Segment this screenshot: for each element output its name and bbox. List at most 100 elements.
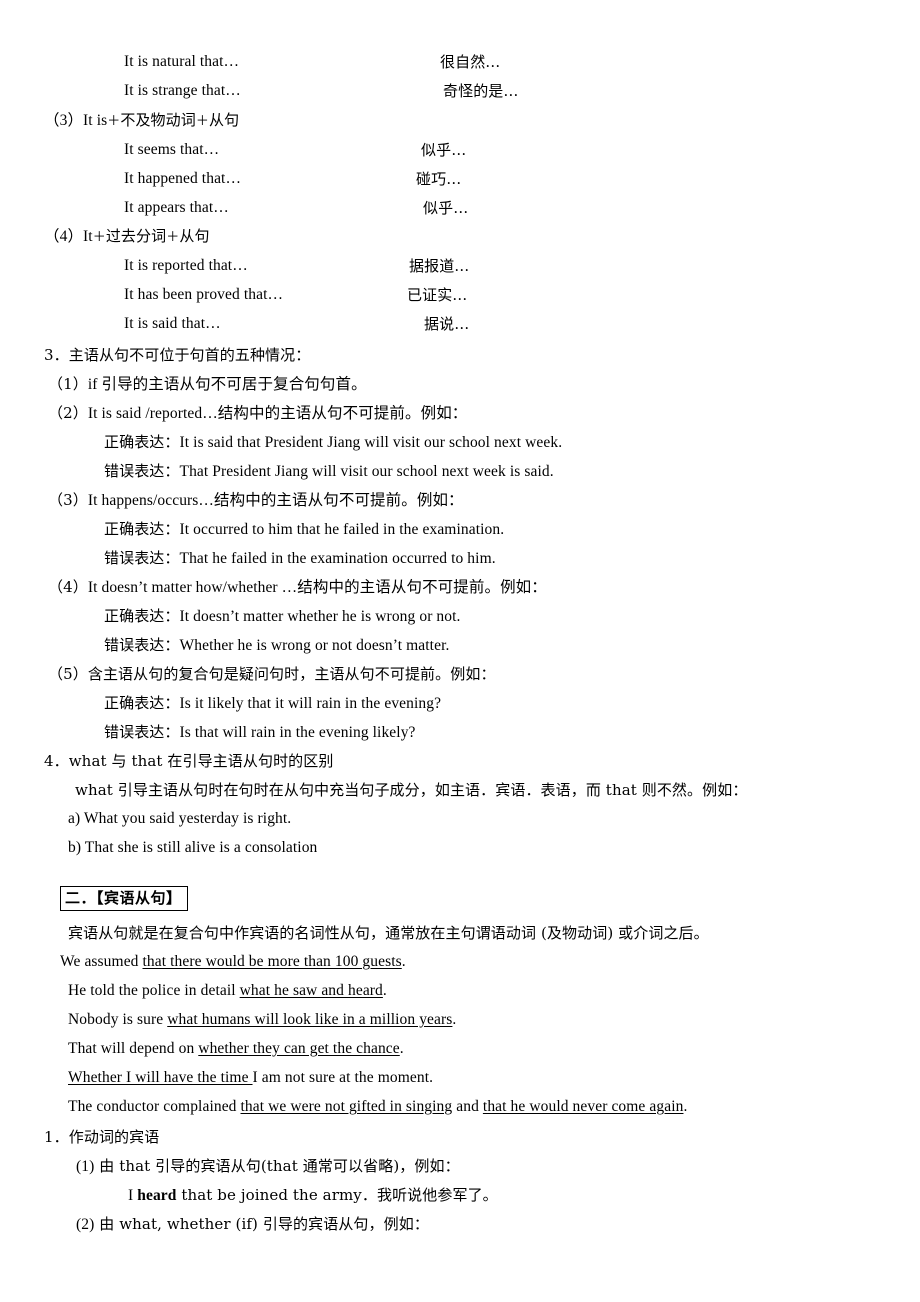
plus-sign-icon: ＋ [107,114,121,129]
example-pre: He told the police in detail [68,982,240,999]
example-post: . [401,953,406,970]
plus-sign-icon: ＋ [166,230,180,245]
example-pre: That will depend on [68,1040,199,1057]
object-clause-example: The conductor complained that we were no… [68,1097,687,1117]
object-clause-section-heading: 二．【宾语从句】 [60,886,188,911]
rule-3-item-4-correct: 正确表达：It doesn’t matter whether he is wro… [104,606,461,627]
example-chinese: 据报道… [409,257,470,275]
example-clause: what he saw and heard [239,982,383,999]
example-clause: whether they can get the chance [198,1040,400,1057]
pattern-4-part2: 从句 [179,227,210,245]
correct-sentence: It occurred to him that he failed in the… [179,521,505,538]
example-english: It appears that… [124,199,229,216]
pattern-3-label: （3）It is [44,112,108,129]
example-english: It has been proved that… [124,286,284,303]
rule-3-item-2-wrong: 错误表达：That President Jiang will visit our… [104,461,554,482]
correct-label: 正确表达： [104,520,180,538]
rule-4-example-b: b) That she is still alive is a consolat… [68,839,318,856]
example-clause: that there would be more than 100 guests [142,953,402,970]
example-post: . [399,1040,404,1057]
example-chinese: 似乎… [423,199,469,217]
object-clause-example: Whether I will have the time I am not su… [68,1068,433,1088]
rule-3-heading: 3．主语从句不可位于句首的五种情况： [44,346,311,364]
rule-3-item-1: （1）if 引导的主语从句不可居于复合句句首。 [48,374,367,395]
rule-3-item-1-text: if 引导的主语从句不可居于复合句句首。 [87,376,367,393]
example-english: It is natural that… [124,53,240,70]
rule-3-item-2: （2）It is said /reported…结构中的主语从句不可提前。例如： [48,403,467,424]
example-post: that be joined the army．我听说他参军了。 [176,1186,498,1204]
wrong-label: 错误表达： [104,549,180,567]
example-chinese: 很自然… [440,53,501,71]
example-chinese: 碰巧… [416,170,462,188]
correct-sentence: It is said that President Jiang will vis… [179,434,563,451]
rule-3-item-5-label: （5） [48,665,88,683]
rule-3-item-3-label: （3） [48,491,88,509]
example-english: It is strange that… [124,82,241,99]
wrong-label: 错误表达： [104,723,180,741]
document-page: It is natural that… 很自然… It is strange t… [0,0,920,1302]
example-clause: Whether I will have the time [68,1069,253,1086]
pattern-4-part1: 过去分词 [105,227,167,245]
rule-3-item-3: （3）It happens/occurs…结构中的主语从句不可提前。例如： [48,490,464,511]
object-rule-1-item-2-text: 由 what, whether (if) 引导的宾语从句，例如： [99,1215,429,1233]
example-clause: that we were not gifted in singing [240,1098,453,1115]
rule-3-item-2-text: It is said /reported…结构中的主语从句不可提前。例如： [87,405,468,422]
example-mid: and [452,1098,483,1115]
object-clause-example: That will depend on whether they can get… [68,1039,404,1059]
correct-sentence: Is it likely that it will rain in the ev… [179,695,442,712]
object-rule-1-item-1-example: I heard that be joined the army．我听说他参军了。 [128,1185,498,1206]
example-chinese: 似乎… [421,141,467,159]
wrong-sentence: Is that will rain in the evening likely? [179,724,416,741]
wrong-sentence: That President Jiang will visit our scho… [179,463,554,480]
pattern-4-label: （4）It [44,228,93,245]
rule-4-heading: 4．what 与 that 在引导主语从句时的区别 [44,752,334,770]
pattern-4-heading: （4）It＋过去分词＋从句 [44,226,210,248]
example-pre: Nobody is sure [68,1011,168,1028]
object-clause-definition: 宾语从句就是在复合句中作宾语的名词性从句，通常放在主句谓语动词 (及物动词) 或… [68,924,709,942]
rule-3-item-3-wrong: 错误表达：That he failed in the examination o… [104,548,496,569]
object-rule-1-item-1-text: 由 that 引导的宾语从句(that 通常可以省略)，例如： [99,1157,460,1175]
rule-3-item-1-label: （1） [48,375,88,393]
example-post: I am not sure at the moment. [252,1069,434,1086]
rule-3-item-2-correct: 正确表达：It is said that President Jiang wil… [104,432,562,453]
object-clause-example: Nobody is sure what humans will look lik… [68,1010,456,1030]
example-english: It happened that… [124,170,242,187]
example-chinese: 据说… [424,315,470,333]
rule-3-item-5-correct: 正确表达：Is it likely that it will rain in t… [104,693,441,714]
example-clause: what humans will look like in a million … [167,1011,453,1028]
rule-4-explanation: what 引导主语从句时在句时在从句中充当句子成分，如主语．宾语．表语，而 th… [75,781,748,799]
rule-3-item-5: （5）含主语从句的复合句是疑问句时，主语从句不可提前。例如： [48,664,496,685]
pattern-3-heading: （3）It is＋不及物动词＋从句 [44,110,239,132]
pattern-3-part2: 从句 [208,111,240,129]
rule-4-example-a: a) What you said yesterday is right. [68,810,292,827]
example-pre: The conductor complained [68,1098,241,1115]
plus-sign-icon: ＋ [92,230,106,245]
object-rule-1-heading: 1．作动词的宾语 [44,1128,160,1146]
object-rule-1-item-2: (2) 由 what, whether (if) 引导的宾语从句，例如： [76,1214,429,1235]
rule-3-item-4-label: （4） [48,578,88,596]
object-clause-example: He told the police in detail what he saw… [68,981,387,1001]
wrong-label: 错误表达： [104,636,180,654]
wrong-sentence: That he failed in the examination occurr… [179,550,496,567]
rule-3-item-4: （4）It doesn’t matter how/whether …结构中的主语… [48,577,547,598]
example-english: It is reported that… [124,257,248,274]
rule-3-item-3-correct: 正确表达：It occurred to him that he failed i… [104,519,504,540]
wrong-sentence: Whether he is wrong or not doesn’t matte… [179,637,450,654]
example-pre: We assumed [60,953,143,970]
rule-3-item-5-wrong: 错误表达：Is that will rain in the evening li… [104,722,416,743]
rule-3-item-4-text: It doesn’t matter how/whether …结构中的主语从句不… [87,579,547,596]
object-clause-example: We assumed that there would be more than… [60,952,406,972]
object-rule-1-item-2-label: (2) [76,1216,95,1233]
plus-sign-icon: ＋ [195,114,209,129]
pattern-3-part1: 不及物动词 [120,111,196,129]
example-english: It is said that… [124,315,221,332]
object-rule-1-item-1-label: (1) [76,1158,95,1175]
example-english: It seems that… [124,141,220,158]
correct-sentence: It doesn’t matter whether he is wrong or… [179,608,461,625]
example-chinese: 已证实… [407,286,468,304]
example-post: . [452,1011,457,1028]
correct-label: 正确表达： [104,433,180,451]
rule-3-item-3-text: It happens/occurs…结构中的主语从句不可提前。例如： [87,492,464,509]
example-bold-verb: heard [137,1187,177,1204]
rule-3-item-2-label: （2） [48,404,88,422]
